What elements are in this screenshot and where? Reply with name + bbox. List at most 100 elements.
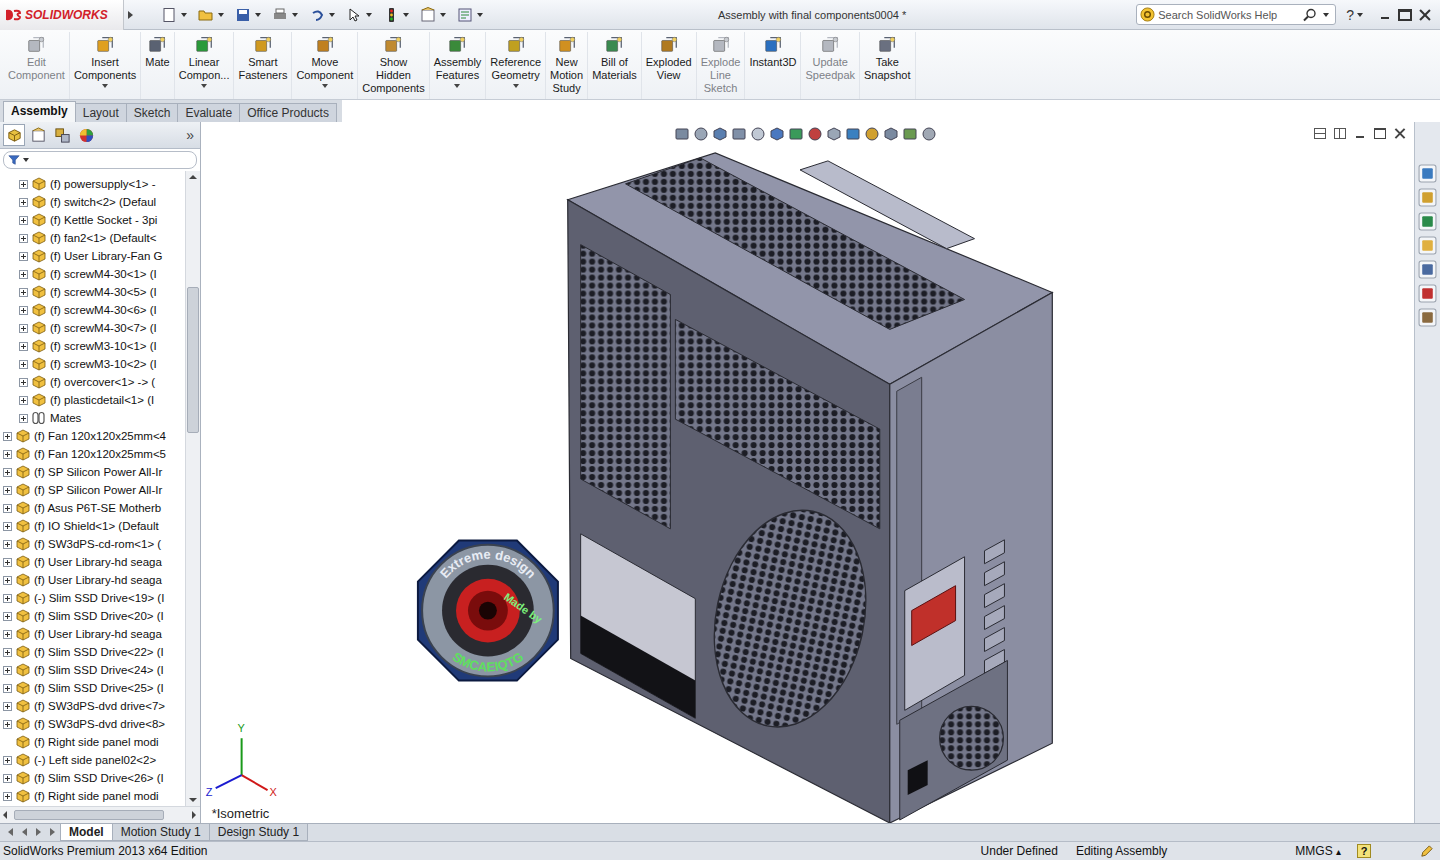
tree-item[interactable]: (f) fan2<1> (Default< [0,229,185,247]
task-pane-icon[interactable] [1418,236,1437,255]
ribbon-button[interactable]: ExplodedView [642,32,697,99]
tree-item[interactable]: (f) Fan 120x120x25mm<4 [0,427,185,445]
command-tab[interactable]: Assembly [3,101,76,122]
ribbon-button[interactable]: UpdateSpeedpak [801,32,860,99]
dropdown-caret-icon[interactable] [329,13,335,17]
previous-tab-icon[interactable] [18,824,32,841]
dropdown-caret-icon[interactable] [23,158,29,162]
expand-icon[interactable] [3,630,12,639]
tree-item[interactable]: (f) screwM4-30<7> (I [0,319,185,337]
view-tool-icon[interactable] [674,126,690,142]
command-tab[interactable]: Sketch [126,103,179,122]
more-tabs-button[interactable]: » [186,127,197,143]
expand-icon[interactable] [3,468,12,477]
tree-item[interactable]: (f) Slim SSD Drive<20> (I [0,607,185,625]
view-tool-icon[interactable] [750,126,766,142]
view-tool-icon[interactable] [845,126,861,142]
close-icon[interactable] [1418,9,1432,21]
solidworks-logo[interactable]: SOLIDWORKS [0,0,124,30]
task-pane-icon[interactable] [1418,260,1437,279]
expand-icon[interactable] [19,378,28,387]
expand-icon[interactable] [3,540,12,549]
expand-icon[interactable] [3,648,12,657]
tree-item[interactable]: (f) User Library-hd seaga [0,625,185,643]
expand-icon[interactable] [3,702,12,711]
expand-icon[interactable] [19,360,28,369]
ribbon-button[interactable]: AssemblyFeatures [430,32,487,99]
ribbon-button[interactable]: TakeSnapshot [860,32,915,99]
restore-icon[interactable] [1398,9,1412,21]
task-pane-icon[interactable] [1418,308,1437,327]
view-tool-icon[interactable] [712,126,728,142]
tree-item[interactable]: (f) Slim SSD Drive<25> (I [0,679,185,697]
ribbon-button[interactable]: Instant3D [745,32,801,99]
tree-item[interactable]: (f) switch<2> (Defaul [0,193,185,211]
expand-icon[interactable] [19,342,28,351]
menu-expand-icon[interactable] [128,11,133,19]
expand-icon[interactable] [3,522,12,531]
ribbon-button[interactable]: EditComponent [4,32,70,99]
expand-icon[interactable] [19,396,28,405]
expand-icon[interactable] [3,450,12,459]
tree-item[interactable]: (f) Fan 120x120x25mm<5 [0,445,185,463]
tree-item[interactable]: (f) plasticdetail<1> (I [0,391,185,409]
view-tool-icon[interactable] [731,126,747,142]
ribbon-button[interactable]: MoveComponent [292,32,358,99]
tree-item[interactable]: (f) SW3dPS-cd-rom<1> ( [0,535,185,553]
dropdown-caret-icon[interactable] [403,13,409,17]
graphics-canvas[interactable]: Extreme designMade bySMCAEIQTGYXZ*Isomet… [201,122,1414,823]
dropdown-caret-icon[interactable] [102,84,108,88]
search-field[interactable] [1158,9,1300,21]
expand-icon[interactable] [3,792,12,801]
tree-item[interactable]: (-) Left side panel02<2> [0,751,185,769]
first-tab-icon[interactable] [4,824,18,841]
tree-item[interactable]: (f) screwM4-30<1> (I [0,265,185,283]
tree-item[interactable]: (f) Asus P6T-SE Motherb [0,499,185,517]
ribbon-button[interactable]: ReferenceGeometry [486,32,546,99]
pc-case-model[interactable] [568,153,1053,823]
horizontal-scrollbar[interactable] [0,806,200,823]
tree-item[interactable]: (f) powersupply<1> - [0,175,185,193]
tree-item[interactable]: (f) IO Shield<1> (Default [0,517,185,535]
scroll-down-icon[interactable] [186,794,200,806]
expand-icon[interactable] [19,270,28,279]
quick-access-button[interactable] [233,7,266,23]
tree-item[interactable]: (f) Right side panel modi [0,733,185,751]
expand-icon[interactable] [3,576,12,585]
tree-item[interactable]: (f) overcover<1> -> ( [0,373,185,391]
tree-item[interactable]: (f) Kettle Socket - 3pi [0,211,185,229]
view-tool-icon[interactable] [902,126,918,142]
expand-icon[interactable] [3,594,12,603]
tree-filter[interactable] [3,151,197,169]
quick-access-button[interactable] [270,7,303,23]
dropdown-caret-icon[interactable] [454,84,460,88]
view-tool-icon[interactable] [921,126,937,142]
command-tab[interactable]: Evaluate [177,103,240,122]
scroll-thumb[interactable] [187,287,199,434]
ribbon-button[interactable]: Bill ofMaterials [588,32,642,99]
expand-icon[interactable] [19,216,28,225]
pencil-icon[interactable] [1419,844,1434,859]
quick-tips-button[interactable]: ? [1357,844,1371,858]
command-tab[interactable]: Office Products [239,103,337,122]
dropdown-caret-icon[interactable] [366,13,372,17]
ribbon-button[interactable]: Mate [141,32,174,99]
task-pane-icon[interactable] [1418,284,1437,303]
graphics-area[interactable]: Extreme designMade bySMCAEIQTGYXZ*Isomet… [201,122,1414,823]
expand-icon[interactable] [19,198,28,207]
ribbon-button[interactable]: InsertComponents [70,32,141,99]
configuration-manager-tab[interactable] [51,124,73,146]
tree-item[interactable]: (f) SW3dPS-dvd drive<8> [0,715,185,733]
dropdown-caret-icon[interactable] [513,84,519,88]
minimize-icon[interactable] [1378,9,1392,21]
expand-icon[interactable] [19,180,28,189]
last-tab-icon[interactable] [46,824,60,841]
expand-icon[interactable] [3,666,12,675]
tree-item[interactable]: (f) Slim SSD Drive<22> (I [0,643,185,661]
dropdown-caret-icon[interactable] [255,13,261,17]
tree-item[interactable]: (f) Slim SSD Drive<24> (I [0,661,185,679]
tree-item[interactable]: (f) SP Silicon Power All-Ir [0,481,185,499]
expand-icon[interactable] [19,324,28,333]
expand-icon[interactable] [19,252,28,261]
ribbon-button[interactable]: ExplodeLineSketch [697,32,746,99]
